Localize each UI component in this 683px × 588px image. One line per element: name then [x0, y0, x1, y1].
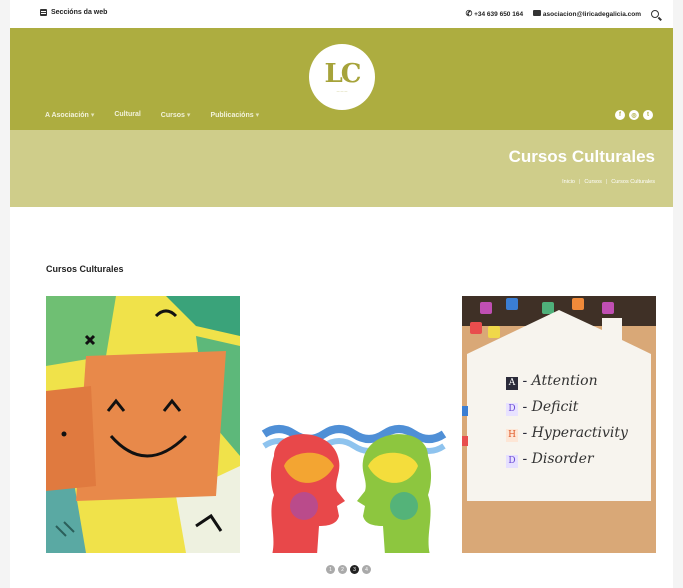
chevron-down-icon: ▾: [255, 112, 260, 119]
email-link[interactable]: asociacion@liricadegalicia.com: [533, 9, 641, 18]
adhd-line: H - Hyperactivity: [506, 420, 646, 446]
pager-dot[interactable]: 1: [326, 565, 335, 574]
contact-info: ✆ +34 639 650 164 asociacion@liricadegal…: [466, 9, 659, 18]
letter-block: D: [506, 455, 518, 468]
pager-dot[interactable]: 2: [338, 565, 347, 574]
main-nav: A Asociación ▾ Cultural Cursos ▾ Publicaci…: [45, 111, 259, 119]
instagram-icon[interactable]: ◎: [629, 110, 639, 120]
nav-item-label: Publicacións: [210, 112, 254, 119]
letter-block: A: [506, 377, 518, 390]
facebook-icon[interactable]: f: [615, 110, 625, 120]
nav-item-asociacion[interactable]: A Asociación ▾: [45, 111, 94, 119]
adhd-word: Hyperactivity: [531, 425, 628, 441]
breadcrumb: Inicio | Cursos | Cursos Culturales: [562, 179, 655, 185]
heads-image: [254, 296, 448, 553]
letter-block: D: [506, 403, 518, 416]
twitter-icon[interactable]: t: [643, 110, 653, 120]
breadcrumb-cursos[interactable]: Cursos: [584, 179, 601, 185]
site-logo[interactable]: LC — — —: [309, 44, 375, 110]
search-icon[interactable]: [651, 9, 659, 18]
phone-link[interactable]: ✆ +34 639 650 164: [466, 9, 524, 18]
nav-item-publicacions[interactable]: Publicacións ▾: [210, 111, 259, 119]
logo-text: — — —: [336, 89, 348, 93]
email-address: asociacion@liricadegalicia.com: [542, 10, 641, 18]
course-card-adhd[interactable]: A - Attention D - Deficit H - Hyperactiv…: [462, 296, 656, 553]
adhd-word: Attention: [531, 373, 598, 389]
phone-icon: ✆: [465, 9, 473, 18]
page-banner: Cursos Culturales Inicio | Cursos | Curs…: [10, 130, 673, 207]
pager-dot-active[interactable]: 3: [350, 565, 359, 574]
adhd-line: D - Deficit: [506, 394, 646, 420]
adhd-line: A - Attention: [506, 368, 646, 394]
adhd-lines: A - Attention D - Deficit H - Hyperactiv…: [506, 368, 646, 472]
nav-item-label: Cursos: [160, 112, 185, 119]
phone-number: +34 639 650 164: [474, 11, 524, 18]
breadcrumb-home[interactable]: Inicio: [562, 179, 575, 185]
top-bar: Seccións da web ✆ +34 639 650 164 asocia…: [10, 0, 673, 28]
mail-icon: [533, 9, 542, 16]
breadcrumb-current: Cursos Culturales: [611, 179, 655, 185]
adhd-word: Deficit: [531, 399, 579, 415]
course-card-heads[interactable]: [254, 296, 448, 553]
menu-icon: [40, 9, 47, 16]
nav-item-cultural[interactable]: Cultural: [114, 111, 140, 119]
carousel-pagination: 1 2 3 4: [326, 565, 371, 574]
pager-dot[interactable]: 4: [362, 565, 371, 574]
nav-item-label: Cultural: [114, 111, 141, 118]
adhd-word: Disorder: [531, 451, 594, 467]
adhd-line: D - Disorder: [506, 446, 646, 472]
breadcrumb-separator: |: [605, 179, 608, 185]
chevron-down-icon: ▾: [90, 112, 95, 119]
section-title: Cursos Culturales: [46, 264, 124, 274]
breadcrumb-separator: |: [578, 179, 581, 185]
smiley-collage-image: [46, 296, 240, 553]
letter-block: H: [506, 429, 518, 442]
sections-label: Seccións da web: [51, 9, 108, 16]
page: Seccións da web ✆ +34 639 650 164 asocia…: [10, 0, 673, 588]
chevron-down-icon: ▾: [186, 112, 191, 119]
page-title: Cursos Culturales: [508, 147, 655, 166]
nav-item-cursos[interactable]: Cursos ▾: [161, 111, 191, 119]
course-card-smiley[interactable]: [46, 296, 240, 553]
sections-menu-button[interactable]: Seccións da web: [40, 9, 107, 16]
logo-mark: LC: [324, 59, 362, 89]
social-links: f ◎ t: [615, 110, 653, 120]
site-header: LC — — — A Asociación ▾ Cultural Cursos ▾ …: [10, 28, 673, 130]
nav-item-label: A Asociación: [45, 112, 89, 119]
